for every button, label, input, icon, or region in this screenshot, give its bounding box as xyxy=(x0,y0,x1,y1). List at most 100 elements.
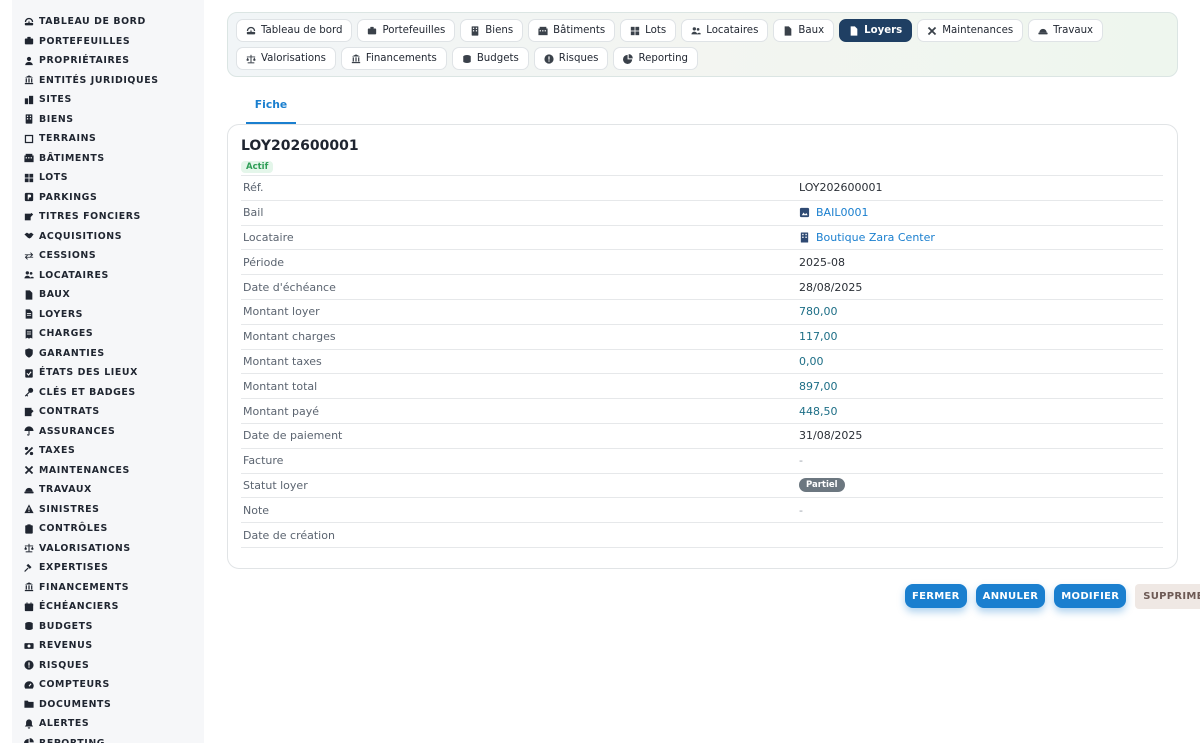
tab-lots[interactable]: Lots xyxy=(620,19,677,42)
sidebar-item-etats-des-lieux[interactable]: ÉTATS DES LIEUX xyxy=(12,363,204,383)
handshake-icon xyxy=(24,231,34,241)
field-label: Montant payé xyxy=(243,404,320,418)
coins-icon xyxy=(24,621,34,631)
gavel-icon xyxy=(24,563,34,573)
umbrella-icon xyxy=(24,426,34,436)
sidebar-item-label: LOYERS xyxy=(39,308,84,320)
sidebar-item-proprietaires[interactable]: PROPRIÉTAIRES xyxy=(12,51,204,71)
tab-label: Lots xyxy=(645,25,667,36)
field-value-link[interactable]: BAIL0001 xyxy=(799,206,868,219)
sidebar-item-label: EXPERTISES xyxy=(39,562,109,574)
sidebar-item-echeanciers[interactable]: ÉCHÉANCIERS xyxy=(12,597,204,617)
tab-locataires[interactable]: Locataires xyxy=(681,19,769,42)
money-icon xyxy=(24,641,34,651)
sidebar-item-valorisations[interactable]: VALORISATIONS xyxy=(12,539,204,559)
sidebar-item-expertises[interactable]: EXPERTISES xyxy=(12,558,204,578)
subtab-fiche[interactable]: Fiche xyxy=(246,97,296,124)
sidebar-item-financements[interactable]: FINANCEMENTS xyxy=(12,578,204,598)
tab-reporting[interactable]: Reporting xyxy=(613,47,699,70)
sidebar-item-portefeuilles[interactable]: PORTEFEUILLES xyxy=(12,32,204,52)
tab-financements[interactable]: Financements xyxy=(340,47,447,70)
users-icon xyxy=(24,270,34,280)
sidebar-item-locataires[interactable]: LOCATAIRES xyxy=(12,266,204,286)
sidebar-item-garanties[interactable]: GARANTIES xyxy=(12,344,204,364)
tab-baux[interactable]: Baux xyxy=(773,19,835,42)
tab-portefeuilles[interactable]: Portefeuilles xyxy=(357,19,456,42)
tab-loyers[interactable]: Loyers xyxy=(839,19,913,42)
delete-button[interactable]: SUPPRIMER xyxy=(1135,584,1200,609)
cancel-button[interactable]: ANNULER xyxy=(975,584,1046,608)
clipboard-icon xyxy=(24,524,34,534)
sidebar-item-label: ASSURANCES xyxy=(39,425,116,437)
exchange-icon xyxy=(24,251,34,261)
tab-biens[interactable]: Biens xyxy=(460,19,524,42)
sidebar-item-documents[interactable]: DOCUMENTS xyxy=(12,695,204,715)
sidebar-item-label: PROPRIÉTAIRES xyxy=(39,55,130,67)
field-value: - xyxy=(799,503,803,517)
sidebar-item-alertes[interactable]: ALERTES xyxy=(12,714,204,734)
sidebar-item-charges[interactable]: CHARGES xyxy=(12,324,204,344)
sidebar-item-terrains[interactable]: TERRAINS xyxy=(12,129,204,149)
field-value-link[interactable]: Boutique Zara Center xyxy=(799,231,935,244)
sidebar-item-label: DOCUMENTS xyxy=(39,698,112,710)
sidebar-item-label: REVENUS xyxy=(39,640,93,652)
file-icon xyxy=(24,290,34,300)
tab-risques[interactable]: Risques xyxy=(533,47,609,70)
chart-pie-icon xyxy=(24,738,34,743)
tab-label: Financements xyxy=(365,53,437,64)
building-icon xyxy=(24,114,34,124)
coins-icon xyxy=(462,54,472,64)
sidebar-item-cessions[interactable]: CESSIONS xyxy=(12,246,204,266)
sidebar-item-label: ÉTATS DES LIEUX xyxy=(39,367,138,379)
tab-label: Maintenances xyxy=(942,25,1014,36)
close-button[interactable]: FERMER xyxy=(905,584,967,608)
sidebar-item-label: REPORTING xyxy=(39,738,105,743)
receipt-icon xyxy=(24,329,34,339)
sidebar-item-travaux[interactable]: TRAVAUX xyxy=(12,480,204,500)
users-icon xyxy=(691,26,701,36)
sidebar-item-label: FINANCEMENTS xyxy=(39,581,130,593)
sidebar-item-contrats[interactable]: CONTRATS xyxy=(12,402,204,422)
field-label: Montant total xyxy=(243,379,318,393)
sidebar-item-batiments[interactable]: BÂTIMENTS xyxy=(12,149,204,169)
field-row: Montant charges 117,00 xyxy=(241,325,1163,350)
sidebar-item-assurances[interactable]: ASSURANCES xyxy=(12,422,204,442)
edit-button[interactable]: MODIFIER xyxy=(1054,584,1127,608)
sidebar-item-baux[interactable]: BAUX xyxy=(12,285,204,305)
sidebar-item-label: LOTS xyxy=(39,172,69,184)
sidebar-item-risques[interactable]: RISQUES xyxy=(12,656,204,676)
sidebar-item-revenus[interactable]: REVENUS xyxy=(12,636,204,656)
field-value: 2025-08 xyxy=(799,255,845,269)
field-label: Statut loyer xyxy=(243,478,308,492)
sidebar-item-controles[interactable]: CONTRÔLES xyxy=(12,519,204,539)
sidebar-item-lots[interactable]: LOTS xyxy=(12,168,204,188)
sidebar-item-maintenances[interactable]: MAINTENANCES xyxy=(12,461,204,481)
sidebar-item-compteurs[interactable]: COMPTEURS xyxy=(12,675,204,695)
tab-travaux[interactable]: Travaux xyxy=(1028,19,1104,42)
sidebar-item-sinistres[interactable]: SINISTRES xyxy=(12,500,204,520)
sidebar-item-titres-fonciers[interactable]: TITRES FONCIERS xyxy=(12,207,204,227)
tab-batiments[interactable]: Bâtiments xyxy=(528,19,616,42)
sidebar-item-entites-juridiques[interactable]: ENTITÉS JURIDIQUES xyxy=(12,71,204,91)
tab-maintenances[interactable]: Maintenances xyxy=(917,19,1024,42)
sidebar-item-sites[interactable]: SITES xyxy=(12,90,204,110)
sidebar-item-reporting[interactable]: REPORTING xyxy=(12,734,204,743)
tab-tableau-de-bord[interactable]: Tableau de bord xyxy=(236,19,353,42)
sidebar-item-label: BUDGETS xyxy=(39,620,93,632)
sidebar-item-tableau-de-bord[interactable]: TABLEAU DE BORD xyxy=(12,12,204,32)
tab-valorisations[interactable]: Valorisations xyxy=(236,47,336,70)
sidebar-item-label: ENTITÉS JURIDIQUES xyxy=(39,74,159,86)
tab-budgets[interactable]: Budgets xyxy=(451,47,529,70)
sidebar-item-loyers[interactable]: LOYERS xyxy=(12,305,204,325)
sidebar-item-taxes[interactable]: TAXES xyxy=(12,441,204,461)
sidebar-item-cles-et-badges[interactable]: CLÉS ET BADGES xyxy=(12,383,204,403)
tab-label: Locataires xyxy=(706,25,759,36)
module-tabbar: Tableau de bord Portefeuilles Biens Bâtimen… xyxy=(227,12,1178,77)
calendar-icon xyxy=(24,602,34,612)
sidebar-item-biens[interactable]: BIENS xyxy=(12,110,204,130)
sidebar-item-budgets[interactable]: BUDGETS xyxy=(12,617,204,637)
grid-icon xyxy=(630,26,640,36)
sidebar-item-acquisitions[interactable]: ACQUISITIONS xyxy=(12,227,204,247)
briefcase-icon xyxy=(24,36,34,46)
sidebar-item-parkings[interactable]: PARKINGS xyxy=(12,188,204,208)
